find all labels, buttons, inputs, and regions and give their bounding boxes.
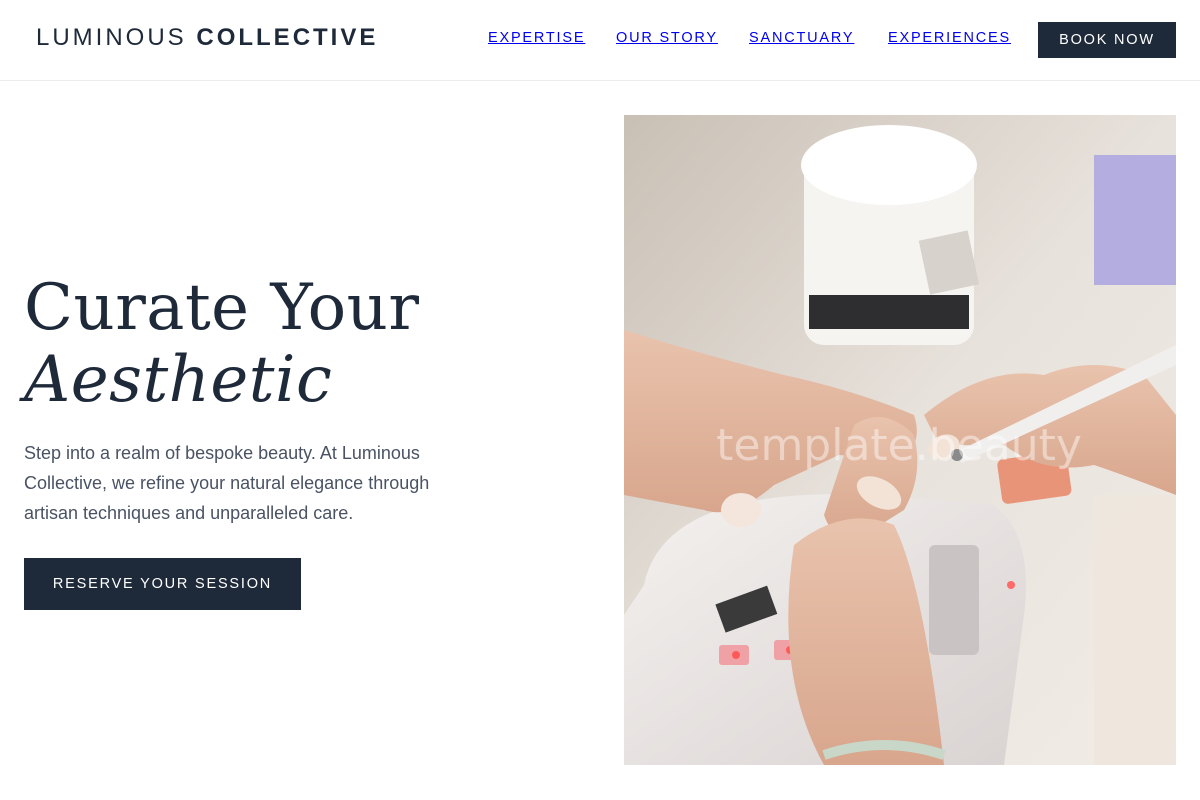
logo-bold-text: COLLECTIVE bbox=[196, 24, 379, 51]
hero-title-line2: Aesthetic bbox=[24, 343, 333, 417]
nav-link-expertise[interactable]: EXPERTISE bbox=[488, 30, 585, 46]
nav-link-experiences[interactable]: EXPERIENCES bbox=[888, 30, 1011, 46]
hero-description: Step into a realm of bespoke beauty. At … bbox=[24, 443, 430, 523]
site-header: LUMINOUS COLLECTIVE EXPERTISE OUR STORY … bbox=[0, 0, 1200, 81]
hero-title: Curate Your Aesthetic bbox=[24, 272, 419, 416]
hero-title-line1: Curate Your bbox=[24, 271, 420, 345]
hero-image: template.beauty bbox=[624, 115, 1176, 765]
nav-link-sanctuary[interactable]: SANCTUARY bbox=[749, 30, 854, 46]
book-now-button[interactable]: BOOK NOW bbox=[1038, 22, 1176, 58]
logo[interactable]: LUMINOUS COLLECTIVE bbox=[36, 24, 378, 52]
reserve-session-button[interactable]: RESERVE YOUR SESSION bbox=[24, 558, 301, 610]
image-watermark: template.beauty bbox=[716, 420, 1082, 471]
nav-link-our-story[interactable]: OUR STORY bbox=[616, 30, 718, 46]
logo-light-text: LUMINOUS bbox=[36, 24, 187, 51]
manicure-photo: template.beauty bbox=[624, 115, 1176, 765]
